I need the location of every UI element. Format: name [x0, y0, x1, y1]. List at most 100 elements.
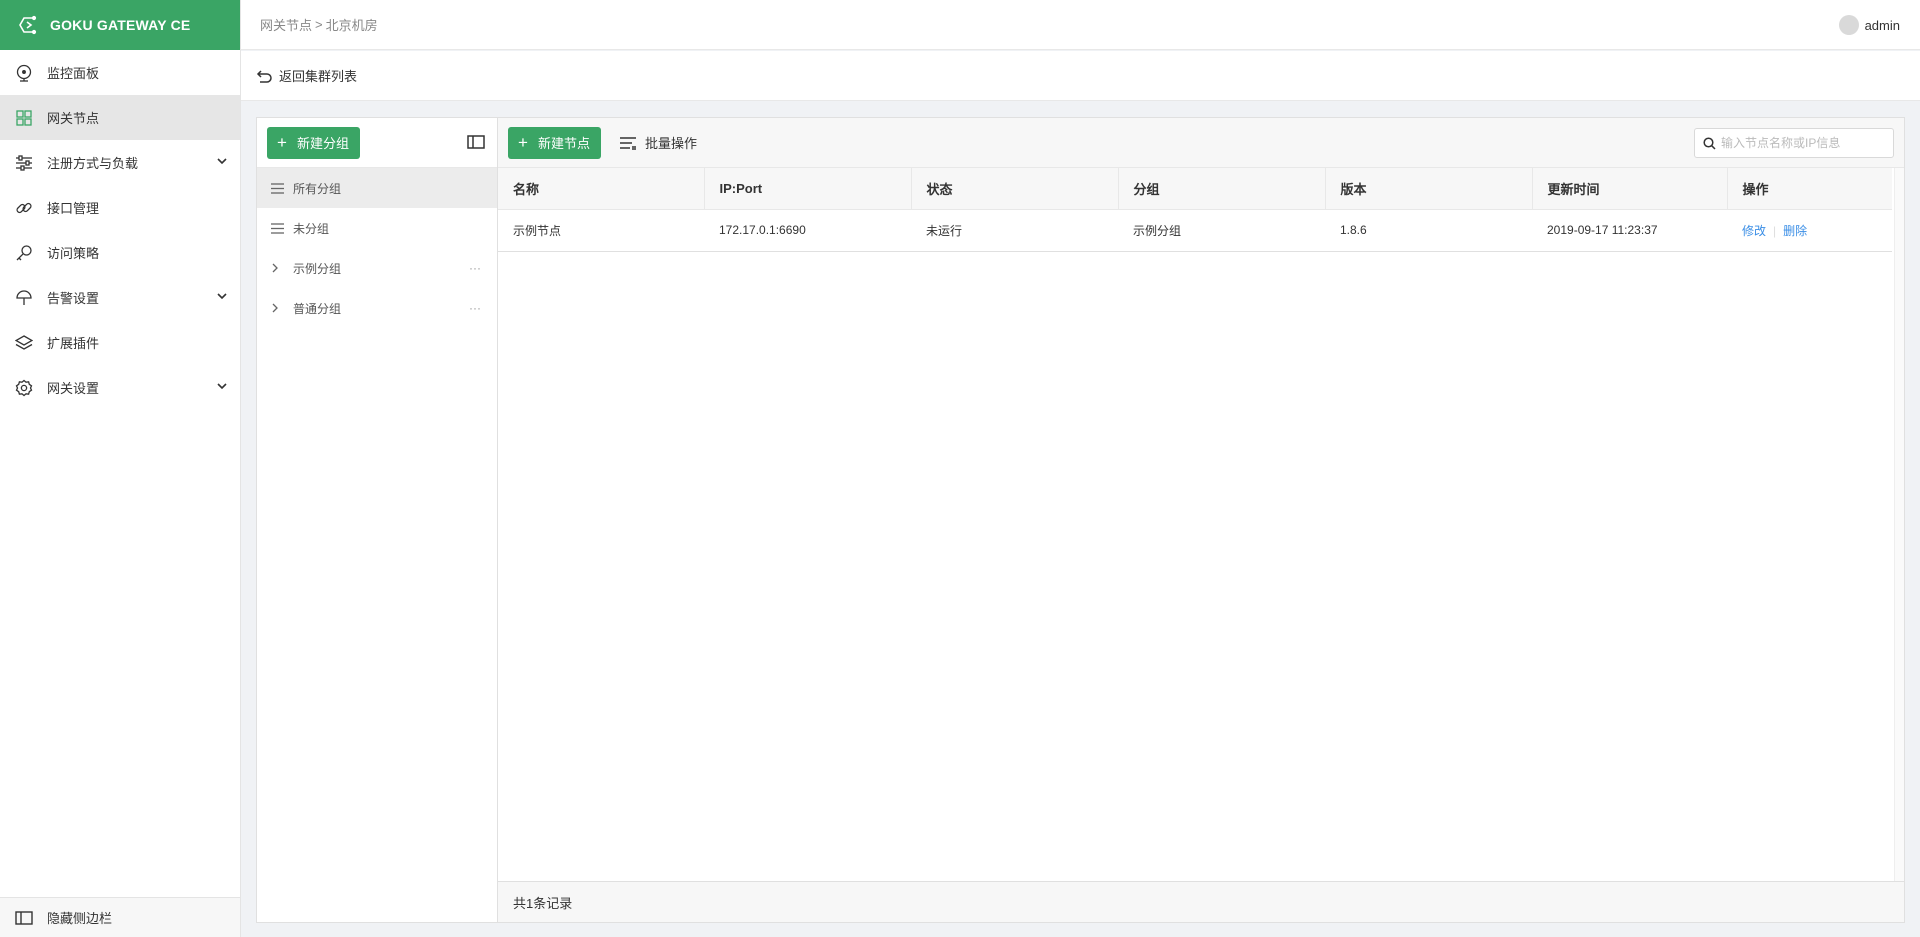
node-toolbar: + 新建节点 批量操作: [498, 118, 1904, 168]
node-content: + 新建节点 批量操作 输入节点名称或IP信息 名称 IP:Port 状态 分组…: [498, 118, 1904, 922]
sidebar-item[interactable]: 监控面板: [0, 50, 240, 95]
avatar: [1838, 15, 1859, 35]
sidebar-item-label: 网关节点: [47, 111, 100, 126]
group-item-label: 普通分组: [293, 301, 342, 316]
search-input[interactable]: [1721, 136, 1886, 150]
user-menu[interactable]: admin: [1838, 0, 1900, 50]
action-divider: |: [1773, 223, 1777, 238]
column-header-name: 名称: [498, 168, 705, 210]
sidebar-item-label: 监控面板: [47, 66, 100, 81]
hide-sidebar-label: 隐藏侧边栏: [47, 911, 113, 926]
group-item[interactable]: 所有分组: [257, 168, 497, 208]
column-header-updated: 更新时间: [1532, 168, 1728, 210]
column-header-ip-port: IP:Port: [704, 168, 912, 210]
hide-sidebar-button[interactable]: 隐藏侧边栏: [0, 897, 240, 937]
record-count: 共1条记录: [513, 895, 573, 911]
sidebar-menu: 监控面板网关节点注册方式与负载 接口管理访问策略告警设置扩展插件网关设置: [0, 50, 240, 410]
column-header-actions: 操作: [1727, 168, 1892, 210]
column-header-group: 分组: [1118, 168, 1326, 210]
chevron-down-icon: [216, 380, 228, 392]
table-footer: 共1条记录: [498, 881, 1904, 922]
layers-icon: [15, 334, 33, 352]
more-options-icon[interactable]: ···: [469, 301, 481, 315]
group-panel: + 新建分组 所有分组未分组示例分组 ··· 普通分组 ···: [257, 118, 498, 922]
group-item-label: 未分组: [293, 221, 330, 236]
scrollbar-track[interactable]: [1894, 168, 1904, 881]
monitor-icon: [15, 64, 33, 82]
chevron-right-icon[interactable]: [271, 303, 284, 313]
edit-link[interactable]: 修改: [1742, 224, 1766, 238]
sidebar-item-label: 注册方式与负载: [47, 156, 139, 171]
group-item-label: 示例分组: [293, 261, 342, 276]
new-group-button[interactable]: + 新建分组: [267, 126, 360, 159]
sidebar-item[interactable]: 网关节点: [0, 95, 240, 140]
node-name-cell: 示例节点: [498, 209, 704, 252]
more-options-icon[interactable]: ···: [469, 261, 481, 275]
group-list: 所有分组未分组示例分组 ··· 普通分组 ···: [257, 168, 497, 328]
node-group-cell: 示例分组: [1118, 209, 1325, 252]
search-box[interactable]: [1694, 128, 1894, 158]
bell-icon: [15, 289, 33, 307]
batch-operation-button[interactable]: 批量操作: [619, 133, 697, 152]
list-icon: [619, 136, 637, 150]
breadcrumb: 网关节点 > 北京机房: [260, 15, 378, 34]
chevron-right-icon[interactable]: [271, 263, 284, 273]
sidebar-item-label: 接口管理: [47, 201, 100, 216]
node-actions-cell: 修改 | 删除: [1727, 209, 1892, 252]
node-ip-port-cell: 172.17.0.1:6690: [704, 209, 911, 252]
gear-icon: [15, 379, 33, 397]
sidebar-item-label: 扩展插件: [47, 336, 100, 351]
group-toolbar: + 新建分组: [257, 118, 497, 168]
batch-operation-label: 批量操作: [644, 136, 697, 151]
new-node-label: 新建节点: [537, 136, 590, 151]
back-to-cluster-list-link[interactable]: 返回集群列表: [279, 66, 357, 85]
table-header-row: 名称 IP:Port 状态 分组 版本 更新时间 操作: [498, 168, 1892, 210]
grid-icon: [15, 109, 33, 127]
sidebar-toggle-icon: [15, 910, 33, 925]
sidebar-item[interactable]: 告警设置: [0, 275, 240, 320]
user-name: admin: [1864, 17, 1900, 33]
chevron-down-icon: [216, 290, 228, 302]
breadcrumb-separator: >: [315, 17, 323, 32]
plus-icon: +: [518, 133, 528, 152]
plus-icon: +: [277, 133, 287, 152]
sidebar-item-label: 告警设置: [47, 291, 100, 306]
sidebar-item[interactable]: 网关设置: [0, 365, 240, 410]
brand-name: GOKU GATEWAY CE: [50, 17, 191, 33]
brand-header[interactable]: GOKU GATEWAY CE: [0, 0, 240, 50]
main-panel: + 新建分组 所有分组未分组示例分组···普通分组··· + 新建节点: [256, 117, 1905, 923]
delete-link[interactable]: 删除: [1783, 224, 1807, 238]
back-bar: 返回集群列表: [241, 51, 1920, 101]
table-row: 示例节点 172.17.0.1:6690 未运行 示例分组 1.8.6 2019…: [498, 209, 1892, 252]
search-icon: [1703, 136, 1716, 150]
node-updated-cell: 2019-09-17 11:23:37: [1532, 209, 1727, 252]
collapse-panel-icon[interactable]: [467, 135, 485, 149]
sidebar-item[interactable]: 注册方式与负载: [0, 140, 240, 185]
breadcrumb-item[interactable]: 网关节点: [260, 15, 312, 34]
key-icon: [15, 244, 33, 262]
node-status-cell: 未运行: [911, 209, 1118, 252]
column-header-status: 状态: [911, 168, 1119, 210]
new-node-button[interactable]: + 新建节点: [508, 126, 601, 159]
group-item[interactable]: 示例分组 ···: [257, 248, 497, 288]
link-icon: [15, 199, 33, 217]
sidebar-item-label: 网关设置: [47, 381, 100, 396]
back-arrow-icon[interactable]: [256, 69, 272, 83]
sidebar-item[interactable]: 访问策略: [0, 230, 240, 275]
group-item[interactable]: 普通分组 ···: [257, 288, 497, 328]
list-icon: [271, 222, 284, 234]
chevron-down-icon: [216, 155, 228, 167]
sliders-icon: [15, 154, 33, 172]
column-header-version: 版本: [1325, 168, 1533, 210]
sidebar-item[interactable]: 扩展插件: [0, 320, 240, 365]
group-item-label: 所有分组: [293, 181, 342, 196]
breadcrumb-item: 北京机房: [325, 18, 378, 33]
top-header: 网关节点 > 北京机房 admin: [241, 0, 1920, 50]
sidebar-item-label: 访问策略: [47, 246, 100, 261]
list-icon: [271, 182, 284, 194]
sidebar: GOKU GATEWAY CE 监控面板网关节点注册方式与负载 接口管理访问策略告…: [0, 0, 241, 937]
node-version-cell: 1.8.6: [1325, 209, 1532, 252]
node-table: 名称 IP:Port 状态 分组 版本 更新时间 操作 示例节点 172.17.…: [498, 168, 1892, 252]
group-item[interactable]: 未分组: [257, 208, 497, 248]
sidebar-item[interactable]: 接口管理: [0, 185, 240, 230]
